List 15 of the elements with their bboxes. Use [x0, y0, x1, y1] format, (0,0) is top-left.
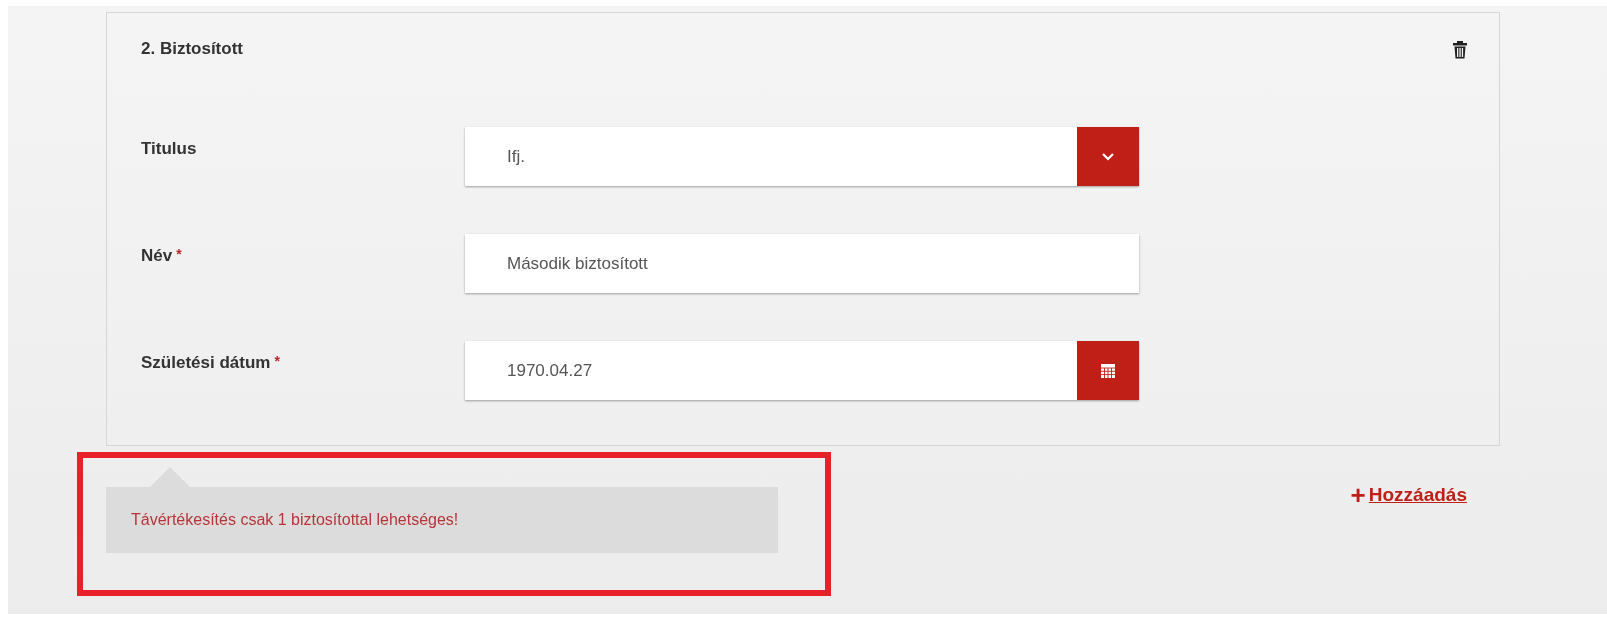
required-mark: *	[274, 353, 280, 369]
date-field[interactable]: 1970.04.27	[465, 341, 1139, 400]
calendar-icon	[1101, 363, 1115, 378]
required-mark: *	[176, 246, 182, 262]
input-field[interactable]: Második biztosított	[465, 234, 1139, 293]
card-title: 2. Biztosított	[141, 39, 243, 59]
select-field[interactable]: Ifj.	[465, 127, 1139, 186]
add-link[interactable]: +Hozzáadás	[1350, 482, 1467, 508]
field-label: Születési dátum	[141, 353, 271, 372]
calendar-button[interactable]	[1077, 341, 1139, 400]
chevron-down-icon	[1102, 152, 1114, 161]
field-label: Titulus	[141, 139, 197, 158]
error-message: Távértékesítés csak 1 biztosítottal lehetséges!	[131, 511, 459, 529]
trash-icon[interactable]	[1453, 41, 1467, 59]
field-label: Név	[141, 246, 173, 265]
